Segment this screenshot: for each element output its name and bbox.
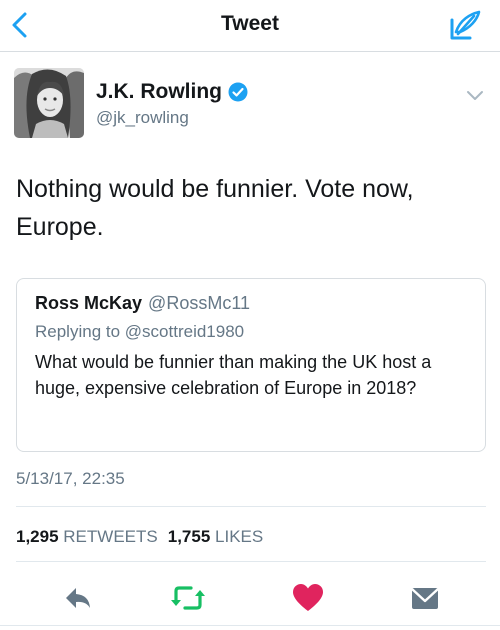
divider xyxy=(0,625,500,626)
retweets-count: 1,295 xyxy=(16,527,59,546)
quoted-tweet-card[interactable]: Ross McKay @RossMc11 Replying to @scottre… xyxy=(16,278,486,452)
navigation-bar: Tweet xyxy=(0,0,500,52)
reply-mention[interactable]: @scottreid1980 xyxy=(125,322,244,341)
quoted-author-handle: @RossMc11 xyxy=(148,293,251,313)
compose-tweet-icon xyxy=(450,10,481,40)
compose-tweet-button[interactable] xyxy=(448,8,484,44)
avatar[interactable] xyxy=(14,68,84,138)
quoted-author-name: Ross McKay xyxy=(35,293,143,313)
retweet-button[interactable] xyxy=(170,582,206,614)
page-title: Tweet xyxy=(221,12,279,35)
author-name-row[interactable]: J.K. Rowling xyxy=(96,80,248,104)
likes-count: 1,755 xyxy=(167,527,211,546)
quoted-reply-context: Replying to @scottreid1980 xyxy=(35,322,244,342)
reply-prefix: Replying to xyxy=(35,322,121,341)
like-button[interactable] xyxy=(290,582,326,614)
quoted-tweet-text: What would be funnier than making the UK… xyxy=(35,352,432,398)
tweet-options-button[interactable] xyxy=(464,84,486,106)
retweet-icon xyxy=(171,586,205,610)
retweets-label: RETWEETS xyxy=(63,527,158,546)
likes-label: LIKES xyxy=(215,527,264,546)
direct-message-button[interactable] xyxy=(408,582,444,614)
author-name[interactable]: J.K. Rowling xyxy=(96,80,222,104)
divider xyxy=(16,506,486,507)
author-handle[interactable]: @jk_rowling xyxy=(96,108,189,128)
quoted-tweet-header: Ross McKay @RossMc11 xyxy=(35,293,250,314)
retweets-stat[interactable]: 1,295 RETWEETS xyxy=(16,527,158,546)
reply-icon xyxy=(66,588,90,608)
divider xyxy=(16,561,486,562)
tweet-text: Nothing would be funnier. Vote now, Euro… xyxy=(16,175,414,241)
tweet-action-bar xyxy=(0,578,500,618)
verified-badge-icon xyxy=(228,82,248,102)
envelope-icon xyxy=(411,588,439,609)
reply-button[interactable] xyxy=(60,582,96,614)
heart-icon xyxy=(293,584,323,611)
likes-stat[interactable]: 1,755 LIKES xyxy=(168,527,263,546)
tweet-author-header: J.K. Rowling @jk_rowling xyxy=(14,68,486,138)
tweet-stats: 1,295 RETWEETS 1,755 LIKES xyxy=(16,527,263,547)
chevron-down-icon xyxy=(467,91,483,100)
tweet-timestamp: 5/13/17, 22:35 xyxy=(16,469,125,488)
